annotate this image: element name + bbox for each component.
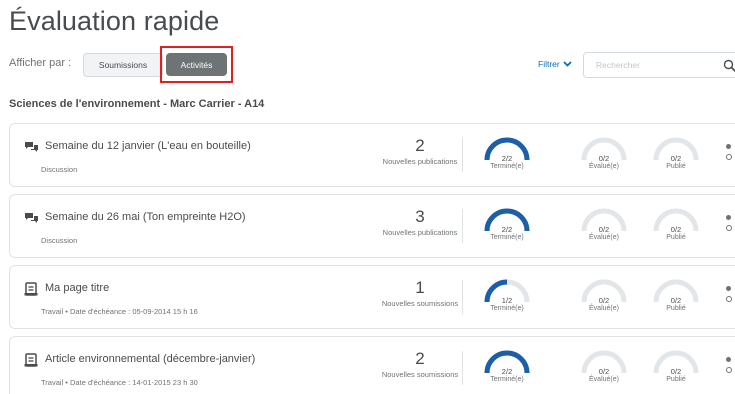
divider	[462, 351, 463, 385]
search-input[interactable]	[596, 60, 716, 70]
page-title: Évaluation rapide	[9, 6, 220, 36]
completed-gauge[interactable]: 2/2 Terminé(e)	[482, 136, 532, 176]
divider	[462, 209, 463, 243]
toolbar: Afficher par : Soumissions Activités Fil…	[9, 46, 735, 83]
gauge-label: Terminé(e)	[490, 163, 524, 170]
divider	[462, 138, 463, 172]
gauge-label: Terminé(e)	[490, 305, 524, 312]
activities-toggle-button[interactable]: Activités	[166, 53, 227, 76]
published-gauge[interactable]: 0/2 Publié	[651, 349, 701, 389]
activity-title[interactable]: Semaine du 26 mai (Ton empreinte H2O)	[45, 211, 246, 223]
gauge-label: Publié	[666, 376, 686, 383]
new-items-count[interactable]: 2 Nouvelles soumissions	[377, 350, 463, 379]
activity-card[interactable]: Semaine du 12 janvier (L'eau en bouteill…	[9, 123, 735, 187]
activity-title[interactable]: Article environnemental (décembre-janvie…	[45, 353, 255, 365]
new-items-label: Nouvelles soumissions	[381, 370, 459, 379]
divider	[462, 280, 463, 314]
new-items-count[interactable]: 3 Nouvelles publications	[377, 208, 463, 237]
new-items-label: Nouvelles soumissions	[381, 299, 459, 308]
more-options-icon[interactable]	[724, 144, 734, 164]
more-options-icon[interactable]	[724, 357, 734, 377]
gauge-label: Terminé(e)	[490, 376, 524, 383]
gauge-value: 2/2	[501, 154, 513, 163]
activities-highlight-box: Activités	[160, 46, 233, 83]
gauge-label: Publié	[666, 305, 686, 312]
chevron-down-icon	[563, 61, 572, 67]
dot-outline	[726, 367, 732, 373]
new-items-label: Nouvelles publications	[382, 157, 458, 166]
dot-outline	[726, 154, 732, 160]
activity-title[interactable]: Semaine du 12 janvier (L'eau en bouteill…	[45, 140, 251, 152]
search-icon[interactable]	[723, 59, 735, 73]
filter-button[interactable]: Filtrer	[538, 59, 572, 69]
new-items-count[interactable]: 1 Nouvelles soumissions	[377, 279, 463, 308]
activity-card[interactable]: Semaine du 26 mai (Ton empreinte H2O) Dis…	[9, 194, 735, 258]
new-items-label: Nouvelles publications	[382, 228, 458, 237]
activity-subtitle: Discussion	[41, 165, 78, 174]
new-items-number: 2	[415, 136, 425, 155]
gauge-label: Publié	[666, 234, 686, 241]
activity-subtitle: Travail • Date d'échéance : 05-09-2014 1…	[41, 307, 198, 316]
dot-outline	[726, 296, 732, 302]
activity-card[interactable]: Ma page titre Travail • Date d'échéance :…	[9, 265, 735, 329]
dot-filled	[726, 215, 731, 220]
published-gauge[interactable]: 0/2 Publié	[651, 136, 701, 176]
dot-filled	[726, 357, 731, 362]
gauge-value: 2/2	[501, 225, 513, 234]
gauge-value: 0/2	[670, 225, 682, 234]
filter-label: Filtrer	[538, 59, 560, 69]
activity-title[interactable]: Ma page titre	[45, 282, 109, 294]
assignment-icon	[24, 282, 38, 296]
discussion-icon	[25, 213, 38, 223]
gauge-value: 0/2	[598, 296, 610, 305]
evaluated-gauge[interactable]: 0/2 Évalué(e)	[579, 278, 629, 318]
activity-card[interactable]: Article environnemental (décembre-janvie…	[9, 336, 735, 394]
completed-gauge[interactable]: 2/2 Terminé(e)	[482, 207, 532, 247]
evaluated-gauge[interactable]: 0/2 Évalué(e)	[579, 136, 629, 176]
more-options-icon[interactable]	[724, 215, 734, 235]
gauge-label: Évalué(e)	[589, 305, 619, 312]
gauge-value: 1/2	[501, 296, 513, 305]
new-items-count[interactable]: 2 Nouvelles publications	[377, 137, 463, 166]
assignment-icon	[24, 353, 38, 367]
published-gauge[interactable]: 0/2 Publié	[651, 278, 701, 318]
gauge-value: 0/2	[670, 296, 682, 305]
discussion-icon	[25, 142, 38, 152]
gauge-value: 2/2	[501, 367, 513, 376]
view-by-label: Afficher par :	[9, 57, 72, 69]
gauge-label: Évalué(e)	[589, 163, 619, 170]
gauge-value: 0/2	[670, 367, 682, 376]
dot-outline	[726, 225, 732, 231]
gauge-label: Terminé(e)	[490, 234, 524, 241]
published-gauge[interactable]: 0/2 Publié	[651, 207, 701, 247]
dot-filled	[726, 144, 731, 149]
activity-subtitle: Travail • Date d'échéance : 14-01-2015 2…	[41, 378, 198, 387]
gauge-label: Évalué(e)	[589, 376, 619, 383]
new-items-number: 3	[415, 207, 425, 226]
gauge-value: 0/2	[670, 154, 682, 163]
search-box	[583, 52, 735, 78]
completed-gauge[interactable]: 2/2 Terminé(e)	[482, 349, 532, 389]
submissions-toggle-button[interactable]: Soumissions	[83, 53, 163, 77]
completed-gauge[interactable]: 1/2 Terminé(e)	[482, 278, 532, 318]
gauge-label: Évalué(e)	[589, 234, 619, 241]
gauge-value: 0/2	[598, 367, 610, 376]
course-title: Sciences de l'environnement - Marc Carri…	[9, 98, 265, 110]
new-items-number: 2	[415, 349, 425, 368]
gauge-label: Publié	[666, 163, 686, 170]
gauge-value: 0/2	[598, 154, 610, 163]
evaluated-gauge[interactable]: 0/2 Évalué(e)	[579, 207, 629, 247]
evaluated-gauge[interactable]: 0/2 Évalué(e)	[579, 349, 629, 389]
more-options-icon[interactable]	[724, 286, 734, 306]
dot-filled	[726, 286, 731, 291]
new-items-number: 1	[415, 278, 425, 297]
activity-subtitle: Discussion	[41, 236, 78, 245]
gauge-value: 0/2	[598, 225, 610, 234]
